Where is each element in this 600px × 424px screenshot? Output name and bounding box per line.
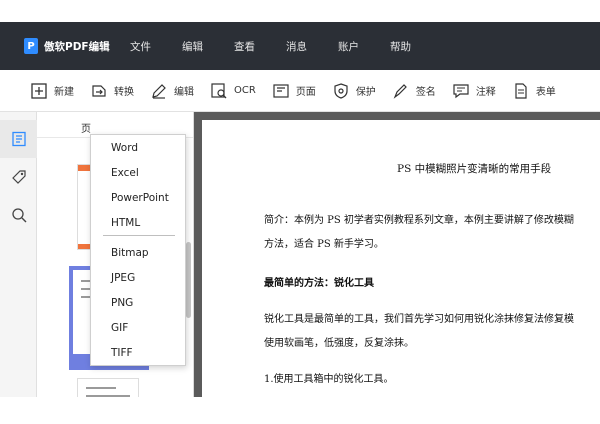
convert-to-gif[interactable]: GIF — [111, 322, 128, 334]
new-button[interactable]: 新建 — [30, 82, 74, 100]
pen-icon — [393, 83, 407, 99]
convert-to-excel[interactable]: Excel — [111, 167, 139, 179]
thumbnails-icon — [11, 131, 26, 147]
convert-dropdown: Word Excel PowerPoint HTML Bitmap JPEG P… — [90, 134, 186, 366]
protect-button[interactable]: 保护 — [332, 82, 376, 100]
side-rail — [0, 112, 37, 397]
ocr-label: OCR — [234, 85, 256, 96]
document-intro-line2: 方法，适合 PS 新手学习。 — [264, 239, 384, 250]
main-menu: 文件 编辑 查看 消息 账户 帮助 — [130, 39, 442, 54]
dropdown-divider — [103, 235, 175, 236]
convert-button[interactable]: 转换 — [90, 82, 134, 100]
comment-button[interactable]: 注释 — [452, 82, 496, 100]
comment-label: 注释 — [475, 87, 496, 98]
plus-box-icon — [31, 82, 47, 99]
menu-help[interactable]: 帮助 — [390, 39, 442, 54]
document-paragraph-line1: 锐化工具是最简单的工具，我们首先学习如何用锐化涂抹修复法修复模 — [264, 314, 574, 325]
document-heading: 最简单的方法：锐化工具 — [264, 278, 374, 289]
convert-to-word[interactable]: Word — [111, 142, 138, 154]
shield-icon — [334, 82, 348, 99]
new-label: 新建 — [54, 87, 74, 98]
toolbar: 新建 转换 编辑 OCR 页面 保护 签名 注释 表单 — [0, 70, 600, 112]
document-paragraph-line2: 使用软画笔，低强度，反复涂抹。 — [264, 338, 414, 349]
edit-button[interactable]: 编辑 — [150, 82, 194, 100]
convert-to-png[interactable]: PNG — [111, 297, 133, 309]
thumbnails-scrollbar[interactable] — [186, 242, 191, 318]
protect-label: 保护 — [355, 87, 376, 98]
convert-to-jpeg[interactable]: JPEG — [111, 272, 135, 284]
menu-file[interactable]: 文件 — [130, 39, 182, 54]
document-title: PS 中模糊照片变清晰的常用手段 — [397, 163, 552, 175]
menu-account[interactable]: 账户 — [338, 39, 390, 54]
tag-icon — [11, 170, 26, 184]
ocr-button[interactable]: OCR — [210, 82, 256, 100]
document-step1: 1.使用工具箱中的锐化工具。 — [264, 374, 394, 385]
app-logo-icon: P — [24, 38, 38, 54]
convert-to-bitmap[interactable]: Bitmap — [111, 247, 149, 259]
ocr-icon — [211, 82, 227, 98]
sign-button[interactable]: 签名 — [392, 82, 436, 100]
document-page: PS 中模糊照片变清晰的常用手段 简介：本例为 PS 初学者实例教程系列文章，本… — [202, 120, 600, 397]
app-logo: P 傲软PDF编辑 — [24, 38, 124, 54]
pdf-editor-window: P 傲软PDF编辑 文件 编辑 查看 消息 账户 帮助 新建 转换 编辑 OCR — [0, 22, 600, 397]
app-title: 傲软PDF编辑 — [44, 40, 110, 53]
document-intro-line1: 简介：本例为 PS 初学者实例教程系列文章，本例主要讲解了修改模糊 — [264, 215, 574, 226]
sign-label: 签名 — [415, 87, 436, 98]
menu-edit[interactable]: 编辑 — [182, 39, 234, 54]
form-icon — [515, 82, 527, 99]
page-label: 页面 — [295, 87, 316, 98]
convert-label: 转换 — [114, 87, 134, 98]
convert-icon — [92, 84, 106, 97]
page-button[interactable]: 页面 — [272, 82, 316, 100]
rail-search-button[interactable] — [0, 196, 37, 234]
form-button[interactable]: 表单 — [512, 82, 556, 100]
menu-view[interactable]: 查看 — [234, 39, 286, 54]
bottom-margin — [0, 397, 600, 424]
menu-messages[interactable]: 消息 — [286, 39, 338, 54]
edit-icon — [152, 83, 166, 99]
thumbnails-title: 页 — [81, 124, 91, 135]
convert-to-powerpoint[interactable]: PowerPoint — [111, 192, 169, 204]
convert-to-tiff[interactable]: TIFF — [111, 347, 133, 359]
document-view: PS 中模糊照片变清晰的常用手段 简介：本例为 PS 初学者实例教程系列文章，本… — [194, 112, 600, 397]
rail-bookmark-button[interactable] — [0, 158, 37, 196]
page-icon — [273, 83, 289, 98]
comment-icon — [453, 83, 469, 98]
page-thumbnail[interactable] — [77, 378, 139, 397]
title-bar: P 傲软PDF编辑 文件 编辑 查看 消息 账户 帮助 — [0, 22, 600, 70]
rail-thumbnails-button[interactable] — [0, 120, 37, 158]
search-icon — [11, 208, 26, 223]
convert-to-html[interactable]: HTML — [111, 217, 140, 229]
edit-label: 编辑 — [174, 87, 194, 98]
form-label: 表单 — [535, 87, 556, 98]
